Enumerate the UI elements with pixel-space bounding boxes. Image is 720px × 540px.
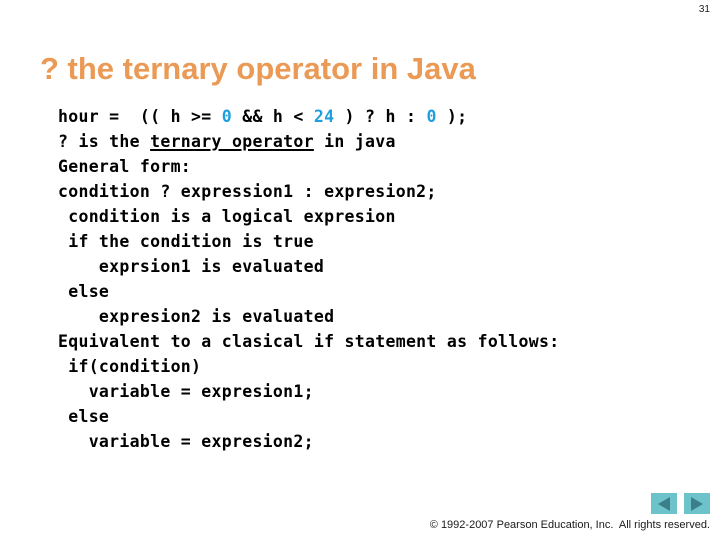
- page-title: ? the ternary operator in Java: [40, 50, 476, 86]
- code-text: );: [436, 107, 468, 126]
- code-text: General form:: [58, 157, 192, 176]
- code-line: else: [58, 404, 698, 429]
- code-line: variable = expresion2;: [58, 429, 698, 454]
- code-line: else: [58, 279, 698, 304]
- code-block: hour = (( h >= 0 && h < 24 ) ? h : 0 );?…: [58, 104, 698, 454]
- code-text: in java: [313, 132, 396, 151]
- right-triangle-icon: [691, 496, 703, 511]
- copyright-notice: © 1992-2007 Pearson Education, Inc. All …: [429, 519, 710, 531]
- code-text: expresion2 is evaluated: [58, 307, 335, 326]
- slide-number: 31: [698, 4, 710, 15]
- code-text: if the condition is true: [58, 232, 314, 251]
- code-text: hour = (( h >=: [58, 107, 222, 126]
- code-line: expresion2 is evaluated: [58, 304, 698, 329]
- code-text: variable = expresion2;: [58, 432, 314, 451]
- code-line: variable = expresion1;: [58, 379, 698, 404]
- code-text: if(condition): [58, 357, 202, 376]
- code-line: ? is the ternary operator in java: [58, 129, 698, 154]
- code-text: exprsion1 is evaluated: [58, 257, 325, 276]
- slide-navigation: [651, 493, 710, 514]
- code-line: Equivalent to a clasical if statement as…: [58, 329, 698, 354]
- code-text: condition is a logical expresion: [58, 207, 396, 226]
- next-slide-button[interactable]: [684, 493, 710, 514]
- code-text: ? is the: [58, 132, 151, 151]
- code-text: && h <: [231, 107, 314, 126]
- code-line: if the condition is true: [58, 229, 698, 254]
- left-triangle-icon: [658, 496, 670, 511]
- code-text: else: [58, 282, 110, 301]
- code-text: ) ? h :: [334, 107, 427, 126]
- code-line: if(condition): [58, 354, 698, 379]
- code-line: exprsion1 is evaluated: [58, 254, 698, 279]
- code-text: condition ? expression1 : expresion2;: [58, 182, 437, 201]
- code-line: condition ? expression1 : expresion2;: [58, 179, 698, 204]
- code-literal: 0: [426, 107, 437, 126]
- code-line: hour = (( h >= 0 && h < 24 ) ? h : 0 );: [58, 104, 698, 129]
- previous-slide-button[interactable]: [651, 493, 677, 514]
- code-text: Equivalent to a clasical if statement as…: [58, 332, 560, 351]
- code-literal: 0: [221, 107, 232, 126]
- code-emphasis: ternary operator: [150, 132, 314, 151]
- code-text: variable = expresion1;: [58, 382, 314, 401]
- code-line: condition is a logical expresion: [58, 204, 698, 229]
- code-line: General form:: [58, 154, 698, 179]
- code-text: else: [58, 407, 110, 426]
- code-literal: 24: [313, 107, 335, 126]
- presentation-slide: 31 ? the ternary operator in Java hour =…: [0, 0, 720, 540]
